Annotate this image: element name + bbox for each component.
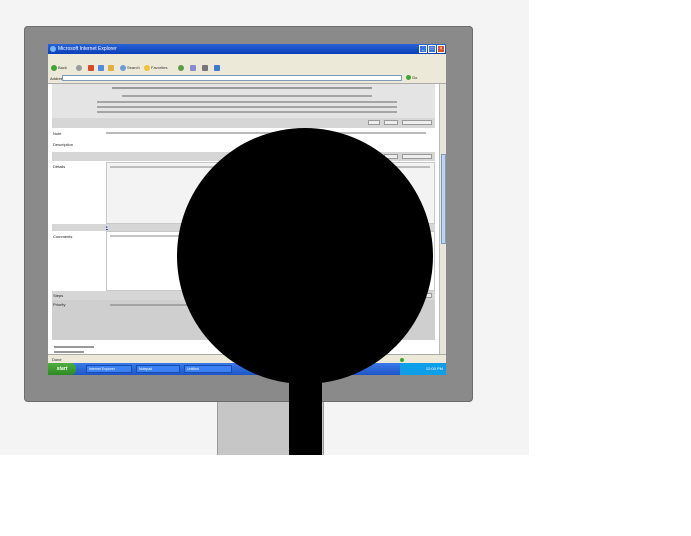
stop-icon: [88, 65, 94, 71]
media-icon: [178, 65, 184, 71]
ie-logo-icon: [50, 46, 56, 52]
edit-button[interactable]: [214, 65, 221, 71]
section-label: Steps: [53, 293, 64, 298]
maximize-icon[interactable]: □: [428, 45, 436, 53]
wide-button[interactable]: [402, 154, 432, 159]
home-icon: [108, 65, 114, 71]
scrollbar-thumb[interactable]: [441, 154, 446, 244]
search-label: Search: [127, 65, 140, 71]
taskbar-item[interactable]: Internet Explorer: [86, 365, 132, 373]
stop-button[interactable]: [88, 65, 95, 71]
address-bar: Address Go: [48, 74, 446, 84]
home-button[interactable]: [108, 65, 115, 71]
clock: 12:00 PM: [425, 366, 443, 371]
star-icon: [144, 65, 150, 71]
internet-zone-icon: [400, 357, 404, 362]
section-label: Note: [53, 131, 62, 136]
edit-icon: [214, 65, 220, 71]
search-icon: [120, 65, 126, 71]
intro-text-line: [122, 95, 372, 97]
wide-button[interactable]: [402, 120, 432, 125]
mail-icon: [190, 65, 196, 71]
refresh-icon: [98, 65, 104, 71]
go-label: Go: [412, 75, 418, 80]
refresh-button[interactable]: [98, 65, 105, 71]
browser-title-bar: Microsoft Internet Explorer _ □ ×: [48, 44, 446, 54]
section-label: Priority: [53, 302, 66, 307]
footer-text: [54, 346, 94, 348]
minimize-icon[interactable]: _: [419, 45, 427, 53]
forward-button[interactable]: [76, 65, 83, 71]
intro-text-line: [112, 87, 372, 89]
intro-block: [52, 84, 435, 118]
media-button[interactable]: [178, 65, 185, 71]
system-tray: 12:00 PM: [400, 363, 446, 375]
mail-button[interactable]: [190, 65, 197, 71]
footer-text: [54, 351, 84, 353]
print-button[interactable]: [202, 65, 209, 71]
favorites-button[interactable]: Favorites: [144, 65, 167, 71]
taskbar-item[interactable]: Notepad: [136, 365, 180, 373]
intro-text-line: [97, 101, 397, 103]
back-arrow-icon: [51, 65, 57, 71]
printer-icon: [202, 65, 208, 71]
small-button[interactable]: [384, 120, 398, 125]
close-icon[interactable]: ×: [437, 45, 445, 53]
magnifier-handle: [289, 380, 322, 455]
section-label: Details: [53, 164, 66, 169]
back-label: Back: [58, 65, 67, 71]
back-button[interactable]: Back: [51, 65, 67, 71]
start-button[interactable]: start: [48, 363, 76, 375]
address-input[interactable]: [62, 75, 402, 81]
go-button[interactable]: Go: [406, 75, 428, 81]
page-scrollbar[interactable]: [439, 84, 446, 354]
menu-bar: [48, 54, 446, 63]
go-arrow-icon: [406, 75, 411, 81]
section-label: Comments: [53, 234, 73, 239]
window-title: Microsoft Internet Explorer: [58, 46, 117, 52]
small-button[interactable]: [368, 120, 380, 125]
intro-text-line: [97, 111, 397, 113]
forward-arrow-icon: [76, 65, 82, 71]
favorites-label: Favorites: [151, 65, 168, 71]
taskbar-item[interactable]: Untitled: [184, 365, 232, 373]
magnifier-lens: [177, 128, 433, 384]
expand-link[interactable]: ▸: [106, 225, 108, 229]
section-label: Description: [53, 142, 74, 147]
intro-text-line: [97, 106, 397, 108]
search-button[interactable]: Search: [120, 65, 140, 71]
